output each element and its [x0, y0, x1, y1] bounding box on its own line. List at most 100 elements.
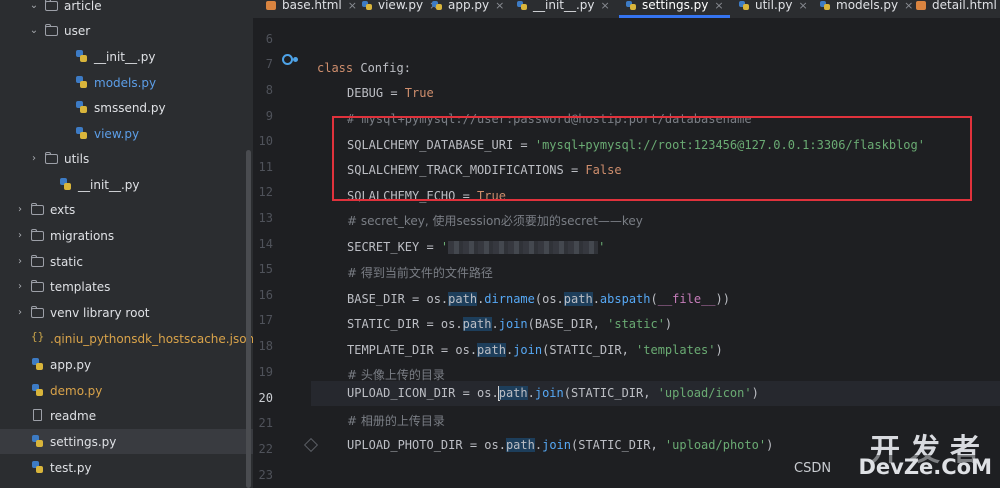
code-line-16[interactable]: BASE_DIR = os.path.dirname(os.path.abspa…: [347, 287, 730, 312]
editor-tab[interactable]: models.py ×: [819, 0, 913, 16]
python-file-icon: [516, 0, 528, 11]
tree-item[interactable]: __init__.py: [0, 172, 253, 197]
editor-tab[interactable]: app.py ×: [431, 0, 504, 16]
code-line-13[interactable]: # secret_key, 使用session必须要加的secret——key: [347, 209, 643, 234]
tree-item[interactable]: › utils: [0, 146, 253, 171]
code-text: (os.: [534, 292, 564, 306]
python-file-icon: [30, 461, 45, 474]
code-text: ): [751, 386, 759, 400]
chevron-right-icon[interactable]: ›: [28, 153, 40, 164]
path-attr: path: [563, 292, 593, 306]
string-literal: 'upload/icon': [657, 386, 752, 400]
tree-item[interactable]: ⌄ article: [0, 0, 253, 18]
close-icon[interactable]: ×: [601, 0, 610, 12]
tree-item[interactable]: __init__.py: [0, 44, 253, 69]
close-icon[interactable]: ×: [714, 0, 723, 12]
tree-item-label: venv library root: [50, 305, 150, 320]
override-gutter-dot: [293, 57, 298, 62]
line-number: 11: [258, 160, 273, 174]
folder-icon: [44, 24, 59, 37]
line-number: 23: [258, 468, 273, 482]
tree-item-label: __init__.py: [94, 49, 156, 64]
code-line-8[interactable]: DEBUG = True: [347, 81, 434, 106]
tree-item[interactable]: test.py: [0, 455, 253, 480]
tree-item[interactable]: › venv library root: [0, 300, 253, 325]
fn-dirname: dirname: [484, 292, 535, 306]
value-true: True: [404, 86, 434, 100]
tree-item-label: models.py: [94, 75, 157, 90]
tree-item[interactable]: .qiniu_pythonsdk_hostscache.json: [0, 326, 253, 351]
close-icon[interactable]: ×: [799, 0, 808, 12]
editor-tab-label: util.py: [755, 0, 793, 12]
close-icon[interactable]: ×: [495, 0, 504, 12]
editor-tab[interactable]: detail.html×: [915, 0, 1000, 16]
editor-tab[interactable]: util.py ×: [738, 0, 808, 16]
secret-string-start: ': [440, 240, 449, 254]
keyword-class: class: [317, 61, 354, 75]
tree-item[interactable]: app.py: [0, 352, 253, 377]
fn-join: join: [542, 438, 571, 452]
blurred-secret: [448, 241, 599, 254]
line-number: 19: [258, 365, 273, 379]
code-text: (STATIC_DIR,: [563, 386, 658, 400]
code-line-14[interactable]: SECRET_KEY = ' ': [347, 235, 605, 260]
code-text: (BASE_DIR,: [527, 317, 608, 331]
tree-item[interactable]: view.py: [0, 121, 253, 146]
tree-item[interactable]: models.py: [0, 70, 253, 95]
tree-item[interactable]: › exts: [0, 197, 253, 222]
tree-item-label: utils: [64, 151, 90, 166]
string-literal: 'templates': [636, 343, 716, 357]
tree-item[interactable]: › templates: [0, 274, 253, 299]
code-line-18[interactable]: TEMPLATE_DIR = os.path.join(STATIC_DIR, …: [347, 338, 723, 363]
editor-tab[interactable]: settings.py ×: [619, 0, 730, 18]
tree-item-label: readme: [50, 408, 97, 423]
tree-item[interactable]: readme: [0, 403, 253, 428]
close-icon[interactable]: ×: [904, 0, 913, 12]
tree-item-label: templates: [50, 279, 111, 294]
code-line-17[interactable]: STATIC_DIR = os.path.join(BASE_DIR, 'sta…: [347, 312, 672, 337]
override-gutter-icon[interactable]: [282, 54, 293, 65]
line-number: 13: [258, 211, 273, 225]
annotation-highlight-box: [332, 116, 972, 201]
tree-item-label: app.py: [50, 357, 92, 372]
tree-item[interactable]: › static: [0, 249, 253, 274]
tree-item[interactable]: › migrations: [0, 223, 253, 248]
line-number: 17: [258, 313, 273, 327]
editor-tab[interactable]: base.html ×: [265, 0, 357, 16]
line-number: 22: [258, 442, 273, 456]
editor-tab[interactable]: view.py ×: [361, 0, 438, 16]
code-line-7[interactable]: class Config:: [317, 56, 411, 81]
path-attr: path: [462, 317, 492, 331]
tree-item[interactable]: settings.py: [0, 429, 253, 454]
code-line-20[interactable]: UPLOAD_ICON_DIR = os.path.join(STATIC_DI…: [347, 381, 759, 406]
text-file-icon: [30, 409, 45, 422]
folder-icon: [44, 0, 59, 12]
code-line-15[interactable]: # 得到当前文件的文件路径: [347, 261, 493, 286]
tree-item[interactable]: demo.py: [0, 378, 253, 403]
line-number: 18: [258, 339, 273, 353]
code-editor[interactable]: 6 7 8 9 10 11 12 13 14 15 16 17 18 19 20 21 22 23 class C…: [253, 19, 1000, 488]
chevron-right-icon[interactable]: ›: [14, 230, 26, 241]
python-file-icon: [361, 0, 373, 11]
chevron-right-icon[interactable]: ›: [14, 307, 26, 318]
code-line-22[interactable]: UPLOAD_PHOTO_DIR = os.path.join(STATIC_D…: [347, 433, 773, 458]
tree-item[interactable]: smssend.py: [0, 95, 253, 120]
code-line-21[interactable]: # 相册的上传目录: [347, 409, 445, 434]
line-number: 10: [258, 134, 273, 148]
editor-tab[interactable]: __init__.py ×: [516, 0, 610, 16]
chevron-down-icon[interactable]: ⌄: [28, 0, 40, 11]
python-file-icon: [30, 384, 45, 397]
chevron-right-icon[interactable]: ›: [14, 281, 26, 292]
chevron-down-icon[interactable]: ⌄: [28, 25, 40, 36]
chevron-right-icon[interactable]: ›: [14, 256, 26, 267]
tree-item[interactable]: ⌄ user: [0, 18, 253, 43]
path-attr: path: [505, 438, 535, 452]
sidebar-scrollbar[interactable]: [246, 150, 251, 488]
close-icon[interactable]: ×: [348, 0, 357, 12]
chevron-right-icon[interactable]: ›: [14, 204, 26, 215]
project-sidebar: ⌄ article ⌄ user __init__.py models.py smssend…: [0, 0, 253, 488]
line-number: 14: [258, 237, 273, 251]
line-number: 16: [258, 288, 273, 302]
editor-tab-label: base.html: [282, 0, 342, 12]
python-file-icon: [625, 0, 637, 11]
